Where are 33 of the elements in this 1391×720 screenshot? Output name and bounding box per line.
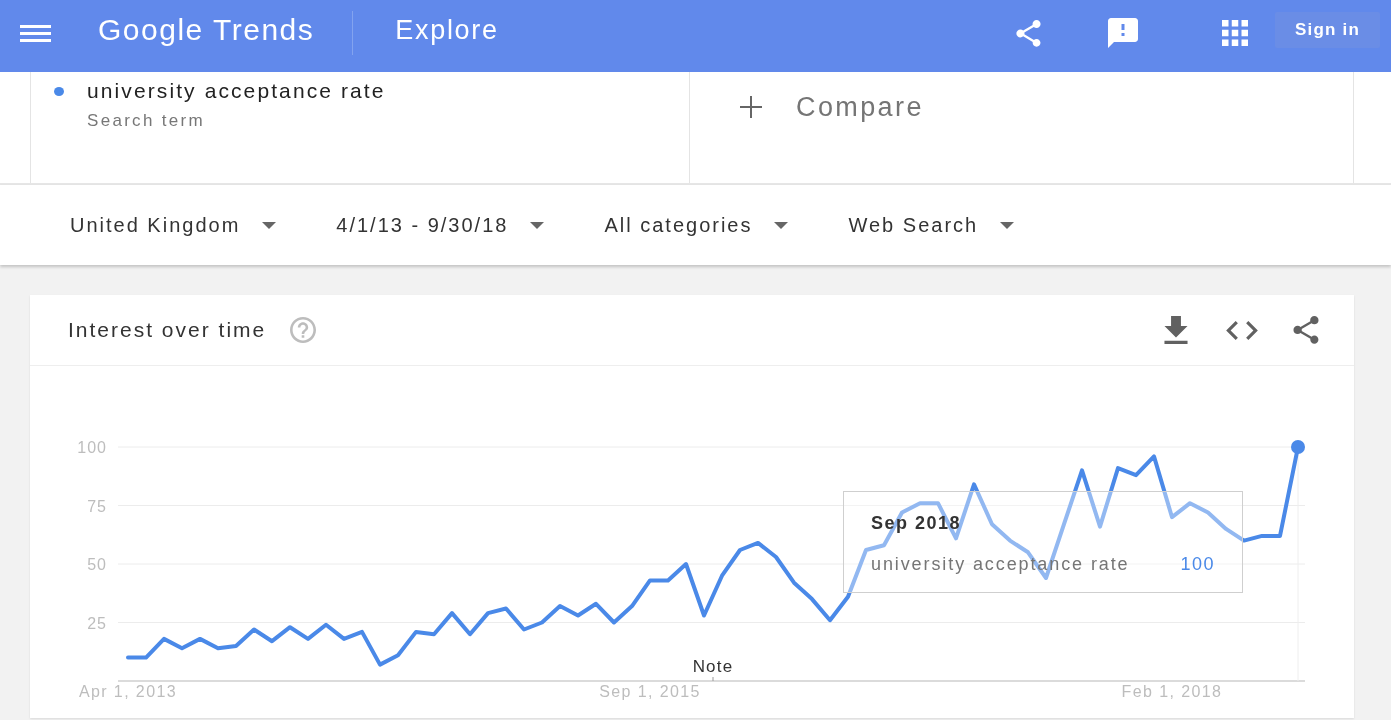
help-icon[interactable]: [290, 317, 317, 343]
compare-button[interactable]: Compare: [740, 92, 924, 122]
download-icon[interactable]: [1164, 316, 1188, 344]
tooltip-value: 100: [1180, 554, 1215, 574]
plus-icon: [740, 96, 762, 118]
x-axis-label: Apr 1, 2013: [78, 683, 178, 700]
y-axis-label: 50: [87, 556, 107, 573]
tooltip-date: Sep 2018: [871, 513, 963, 533]
y-axis-label: 100: [77, 439, 107, 456]
y-axis-label: 25: [87, 614, 107, 632]
point-marker-icon: [1291, 440, 1305, 454]
filter-dropdown[interactable]: All categories: [596, 207, 797, 243]
embed-icon[interactable]: [1226, 320, 1258, 340]
feedback-icon[interactable]: [1106, 18, 1140, 48]
caret-icon: [774, 221, 789, 229]
filter-dropdown[interactable]: United Kingdom: [62, 207, 285, 243]
card-title: Interest over time: [68, 318, 267, 342]
share-icon[interactable]: [1291, 316, 1321, 344]
x-axis-label: Feb 1, 2018: [1121, 683, 1223, 700]
search-term-caption: Search term: [87, 111, 205, 131]
share-icon[interactable]: [1014, 19, 1043, 47]
search-term[interactable]: university acceptance rate: [87, 79, 386, 103]
caret-icon: [262, 221, 277, 229]
apps-icon[interactable]: [1222, 20, 1248, 46]
filter-dropdown[interactable]: Web Search: [840, 207, 1023, 243]
page-title: Explore: [395, 14, 499, 46]
x-axis-label: Sep 1, 2015: [599, 683, 701, 700]
caret-icon: [530, 221, 545, 229]
y-axis-label: 75: [87, 497, 107, 515]
menu-icon[interactable]: [20, 24, 51, 42]
annotation-label: Note: [692, 657, 734, 676]
filter-dropdown[interactable]: 4/1/13 - 9/30/18: [328, 207, 553, 243]
caret-icon: [1000, 221, 1015, 229]
